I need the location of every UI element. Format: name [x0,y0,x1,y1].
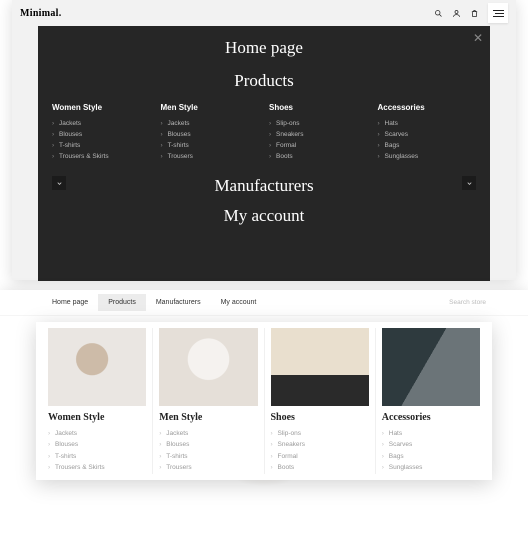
search-icon[interactable] [434,9,443,18]
category-title[interactable]: Women Style [52,103,151,112]
nav-link[interactable]: My account [211,294,267,311]
category-item[interactable]: Jackets [161,118,260,129]
category-item[interactable]: Hats [378,118,477,129]
category-item[interactable]: Formal [269,140,368,151]
horizontal-nav: Home pageProductsManufacturersMy account… [0,290,528,316]
category-title[interactable]: Men Style [161,103,260,112]
mega-card: Shoes Slip-onsSneakersFormalBoots [265,328,376,474]
user-icon[interactable] [452,9,461,18]
category-item[interactable]: Boots [269,151,368,162]
close-icon[interactable]: ✕ [472,32,484,44]
bag-icon[interactable] [470,9,479,18]
category-title[interactable]: Shoes [269,103,368,112]
mega-card: Accessories HatsScarvesBagsSunglasses [376,328,486,474]
top-bar: Minimal [12,0,516,26]
category-item[interactable]: Sneakers [269,129,368,140]
nav-link[interactable]: Manufacturers [146,294,211,311]
chevron-down-icon[interactable] [52,176,66,190]
category-item[interactable]: Slip-ons [271,428,369,439]
category-item[interactable]: Bags [378,140,477,151]
category-column: Accessories HatsScarvesBagsSunglasses [378,103,477,162]
search-input[interactable]: Search store [449,299,486,306]
category-image[interactable] [159,328,257,406]
category-item[interactable]: T-shirts [159,451,257,462]
category-column: Shoes Slip-onsSneakersFormalBoots [269,103,368,162]
category-item[interactable]: Formal [271,451,369,462]
chevron-down-icon[interactable] [462,176,476,190]
dark-overlay-menu: ✕ Home page Products Women StyleJacketsB… [38,26,490,281]
category-column: Women Style JacketsBlousesT-shirtsTrouser… [52,103,151,162]
category-item[interactable]: Blouses [159,439,257,450]
category-item[interactable]: Sneakers [271,439,369,450]
category-item[interactable]: Scarves [382,439,480,450]
category-item[interactable]: Blouses [48,439,146,450]
front-page: Home pageProductsManufacturersMy account… [0,290,528,542]
category-item[interactable]: Trousers & Skirts [52,151,151,162]
category-item[interactable]: Jackets [48,428,146,439]
category-image[interactable] [382,328,480,406]
category-item[interactable]: Jackets [52,118,151,129]
brand-logo[interactable]: Minimal [20,8,62,19]
menu-link-home[interactable]: Home page [38,38,490,58]
category-item[interactable]: Blouses [161,129,260,140]
menu-link-manufacturers[interactable]: Manufacturers [214,176,313,196]
top-icons [434,3,508,23]
category-item[interactable]: Trousers [159,462,257,473]
category-item[interactable]: T-shirts [161,140,260,151]
category-item[interactable]: Hats [382,428,480,439]
category-title[interactable]: Women Style [48,412,146,423]
category-title[interactable]: Shoes [271,412,369,423]
category-item[interactable]: Scarves [378,129,477,140]
category-image[interactable] [48,328,146,406]
category-item[interactable]: Trousers [161,151,260,162]
menu-toggle-button[interactable] [488,3,508,23]
category-image[interactable] [271,328,369,406]
category-item[interactable]: Slip-ons [269,118,368,129]
category-title[interactable]: Accessories [378,103,477,112]
category-title[interactable]: Men Style [159,412,257,423]
mega-menu: Women StyleJacketsBlousesT-shirtsTrouser… [36,322,492,480]
mega-card: Women Style JacketsBlousesT-shirtsTrouser… [42,328,153,474]
category-column: Men Style JacketsBlousesT-shirtsTrousers [161,103,260,162]
mega-card: Men Style JacketsBlousesT-shirtsTrousers [153,328,264,474]
category-item[interactable]: Sunglasses [378,151,477,162]
category-item[interactable]: Bags [382,451,480,462]
category-item[interactable]: T-shirts [48,451,146,462]
category-item[interactable]: T-shirts [52,140,151,151]
category-item[interactable]: Blouses [52,129,151,140]
nav-link[interactable]: Home page [42,294,98,311]
category-item[interactable]: Boots [271,462,369,473]
menu-link-account[interactable]: My account [38,206,490,226]
category-item[interactable]: Sunglasses [382,462,480,473]
menu-link-products[interactable]: Products [38,71,490,91]
category-item[interactable]: Jackets [159,428,257,439]
category-item[interactable]: Trousers & Skirts [48,462,146,473]
category-title[interactable]: Accessories [382,412,480,423]
nav-link[interactable]: Products [98,294,146,311]
